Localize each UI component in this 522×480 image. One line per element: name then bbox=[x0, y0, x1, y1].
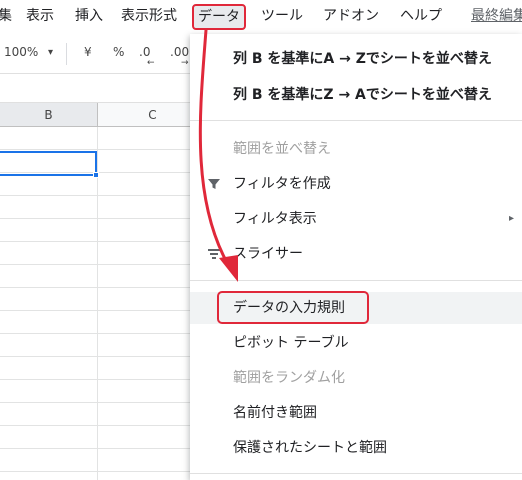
currency-format-button[interactable]: ¥ bbox=[84, 45, 92, 59]
named-ranges[interactable]: 名前付き範囲 bbox=[190, 397, 522, 429]
grid-row[interactable] bbox=[0, 380, 190, 403]
slicer[interactable]: スライサー bbox=[190, 238, 522, 270]
last-edit-link[interactable]: 最終編集 bbox=[471, 5, 522, 27]
menu-help[interactable]: ヘルプ bbox=[400, 5, 442, 27]
menu-item-label: 列 B を基準にA → Zでシートを並べ替え bbox=[233, 51, 492, 67]
menu-item-label: 範囲をランダム化 bbox=[233, 370, 345, 386]
menu-divider bbox=[190, 473, 522, 474]
randomize-range: 範囲をランダム化 bbox=[190, 362, 522, 394]
grid-row[interactable] bbox=[0, 357, 190, 380]
increase-decimal-button[interactable]: .00 bbox=[170, 45, 189, 59]
grid-row[interactable] bbox=[0, 127, 190, 150]
menu-item-label: 範囲を並べ替え bbox=[233, 141, 331, 157]
menu-divider bbox=[190, 120, 522, 121]
sort-range: 範囲を並べ替え bbox=[190, 133, 522, 165]
menu-item-label: スライサー bbox=[233, 246, 303, 262]
filter-icon bbox=[208, 179, 220, 189]
filter-views[interactable]: フィルタ表示 ▸ bbox=[190, 203, 522, 235]
pivot-table[interactable]: ピボット テーブル bbox=[190, 327, 522, 359]
menu-item-label: 名前付き範囲 bbox=[233, 405, 317, 421]
menu-divider bbox=[190, 280, 522, 281]
menu-format[interactable]: 表示形式 bbox=[121, 5, 177, 27]
menu-data[interactable]: データ bbox=[192, 4, 246, 30]
menu-item-label: 保護されたシートと範囲 bbox=[233, 440, 387, 456]
grid-row[interactable] bbox=[0, 219, 190, 242]
grid-row[interactable] bbox=[0, 242, 190, 265]
menu-item-label: ピボット テーブル bbox=[233, 335, 349, 351]
decrease-decimal-arrow-icon: ← bbox=[147, 58, 155, 68]
menu-item-label: フィルタ表示 bbox=[233, 211, 317, 227]
menu-addons[interactable]: アドオン bbox=[323, 5, 379, 27]
grid-row[interactable] bbox=[0, 288, 190, 311]
fill-handle[interactable] bbox=[93, 172, 99, 178]
decrease-decimal-button[interactable]: .0 bbox=[139, 45, 150, 59]
grid-row[interactable] bbox=[0, 426, 190, 449]
increase-decimal-arrow-icon: → bbox=[181, 58, 189, 68]
grid-row[interactable] bbox=[0, 449, 190, 472]
slicer-icon bbox=[208, 249, 220, 259]
grid-row[interactable] bbox=[0, 334, 190, 357]
data-menu-dropdown: 列 B を基準にA → Zでシートを並べ替え 列 B を基準にZ → Aでシート… bbox=[190, 34, 522, 480]
protected-sheets-and-ranges[interactable]: 保護されたシートと範囲 bbox=[190, 432, 522, 464]
data-validation-highlight bbox=[217, 291, 369, 324]
menu-view[interactable]: 表示 bbox=[26, 5, 54, 27]
percent-format-button[interactable]: % bbox=[113, 45, 124, 59]
toolbar-divider bbox=[66, 43, 67, 65]
sort-sheet-a-to-z[interactable]: 列 B を基準にA → Zでシートを並べ替え bbox=[190, 43, 522, 75]
menu-item-label: 列 B を基準にZ → Aでシートを並べ替え bbox=[233, 87, 492, 103]
menu-insert[interactable]: 挿入 bbox=[75, 5, 103, 27]
menu-item-label: フィルタを作成 bbox=[233, 176, 331, 192]
grid-row[interactable] bbox=[0, 196, 190, 219]
submenu-arrow-icon: ▸ bbox=[508, 213, 514, 224]
grid-row[interactable] bbox=[0, 311, 190, 334]
grid-row[interactable] bbox=[0, 403, 190, 426]
zoom-select[interactable]: 100% bbox=[4, 45, 38, 59]
menu-bar: 集 表示 挿入 表示形式 データ ツール アドオン ヘルプ 最終編集 bbox=[0, 0, 522, 34]
zoom-dropdown-arrow-icon[interactable]: ▾ bbox=[48, 47, 53, 58]
selected-cell[interactable] bbox=[0, 151, 97, 176]
sort-sheet-z-to-a[interactable]: 列 B を基準にZ → Aでシートを並べ替え bbox=[190, 79, 522, 111]
column-header-b[interactable]: B bbox=[0, 103, 98, 127]
menu-tools[interactable]: ツール bbox=[261, 5, 303, 27]
grid-row[interactable] bbox=[0, 265, 190, 288]
create-filter[interactable]: フィルタを作成 bbox=[190, 168, 522, 200]
menu-edit[interactable]: 集 bbox=[0, 5, 12, 27]
